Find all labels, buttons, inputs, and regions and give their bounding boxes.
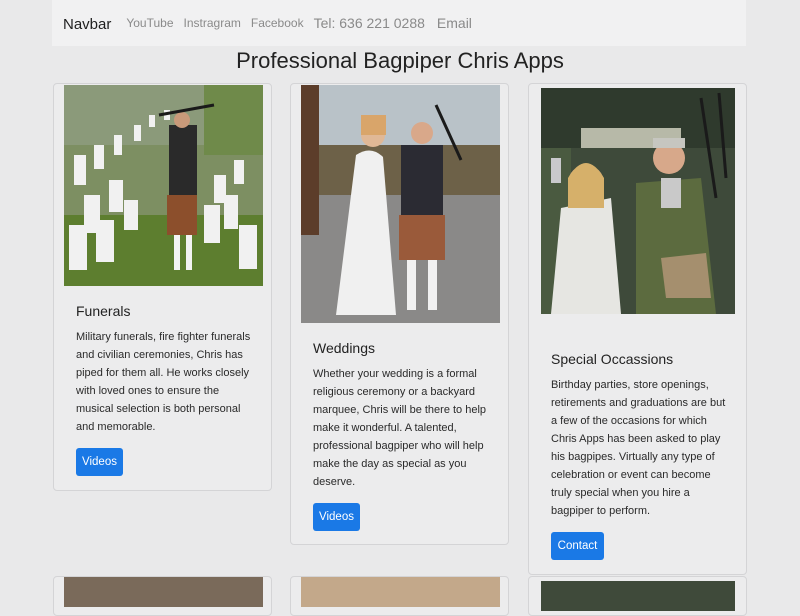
weddings-photo: [301, 85, 500, 323]
card-photo: [541, 581, 735, 611]
nav-link-facebook[interactable]: Facebook: [251, 16, 304, 30]
card-title: Special Occassions: [551, 351, 674, 367]
card-title: Weddings: [313, 340, 376, 356]
special-occasions-photo: [541, 88, 735, 314]
card-row2-2: [290, 576, 509, 616]
contact-button[interactable]: Contact: [551, 532, 604, 560]
card-description: Whether your wedding is a formal religio…: [313, 368, 487, 488]
navbar: Navbar YouTube Instragram Facebook Tel: …: [52, 0, 746, 46]
card-title: Funerals: [76, 303, 131, 319]
card-row2-3: [528, 576, 747, 616]
videos-button[interactable]: Videos: [313, 503, 360, 531]
nav-link-email[interactable]: Email: [437, 15, 472, 31]
card-special-occasions: Special Occassions Birthday parties, sto…: [528, 83, 747, 575]
videos-button[interactable]: Videos: [76, 448, 123, 476]
navbar-brand[interactable]: Navbar: [63, 16, 111, 33]
card-weddings: Weddings Whether your wedding is a forma…: [290, 83, 509, 545]
funerals-photo: [64, 85, 263, 286]
nav-phone-link[interactable]: Tel: 636 221 0288: [314, 15, 425, 31]
card-description: Military funerals, fire fighter funerals…: [76, 331, 251, 433]
card-photo: [301, 577, 500, 607]
card-funerals: Funerals Military funerals, fire fighter…: [53, 83, 272, 491]
nav-link-instagram[interactable]: Instragram: [184, 16, 241, 30]
card-description: Birthday parties, store openings, retire…: [551, 379, 726, 517]
card-row2-1: [53, 576, 272, 616]
page-title: Professional Bagpiper Chris Apps: [236, 48, 564, 73]
card-photo: [64, 577, 263, 607]
nav-link-youtube[interactable]: YouTube: [126, 16, 173, 30]
